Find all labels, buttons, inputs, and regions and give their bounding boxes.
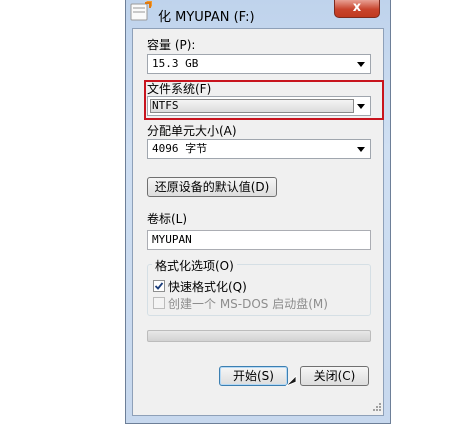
file-system-value: NTFS <box>152 99 179 112</box>
allocation-label: 分配单元大小(A) <box>147 124 237 138</box>
close-button[interactable]: 关闭(C) <box>300 366 369 386</box>
format-drive-icon <box>128 0 154 24</box>
volume-label: 卷标(L) <box>147 212 188 226</box>
capacity-select[interactable]: 15.3 GB <box>147 54 371 74</box>
format-options-title: 格式化选项(O) <box>152 257 237 274</box>
file-system-label: 文件系统(F) <box>147 82 212 96</box>
chevron-down-icon <box>355 55 367 73</box>
window-title: 化 MYUPAN (F:) <box>158 10 255 25</box>
capacity-value: 15.3 GB <box>152 57 199 70</box>
quick-format-checkbox[interactable] <box>153 280 165 292</box>
resize-grip-icon[interactable] <box>370 400 382 412</box>
msdos-disk-checkbox[interactable] <box>153 297 165 309</box>
volume-label-input[interactable]: MYUPAN <box>147 230 371 250</box>
file-system-select[interactable]: NTFS <box>147 96 371 116</box>
start-button[interactable]: 开始(S) <box>219 366 288 386</box>
close-window-button[interactable]: x <box>334 0 380 18</box>
restore-defaults-button[interactable]: 还原设备的默认值(D) <box>147 177 277 197</box>
allocation-select[interactable]: 4096 字节 <box>147 139 371 159</box>
quick-format-label: 快速格式化(Q) <box>168 280 247 294</box>
close-icon: x <box>352 0 362 15</box>
msdos-disk-label: 创建一个 MS-DOS 启动盘(M) <box>168 297 328 311</box>
allocation-value: 4096 字节 <box>152 142 208 155</box>
mouse-cursor-icon <box>284 372 300 388</box>
chevron-down-icon <box>355 97 367 115</box>
checkmark-icon <box>154 282 164 290</box>
format-progress-bar <box>147 330 371 342</box>
chevron-down-icon <box>355 140 367 158</box>
capacity-label: 容量 (P): <box>147 38 196 52</box>
file-system-selected-field <box>150 99 354 113</box>
